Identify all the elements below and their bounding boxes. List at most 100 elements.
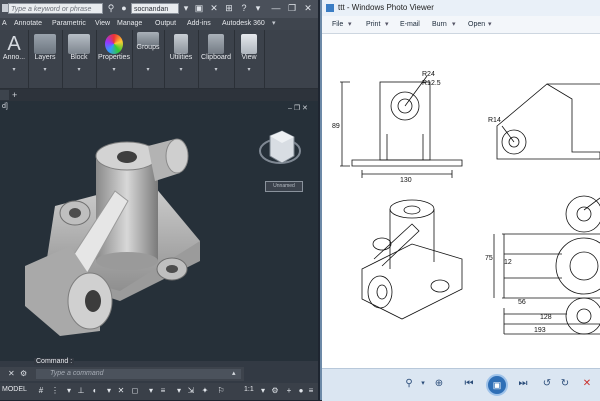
chevron-down-icon[interactable]: ▾: [0, 66, 28, 73]
osnap-icon[interactable]: ◻: [130, 386, 140, 396]
dim-r12-5: R12.5: [422, 80, 441, 87]
user-icon[interactable]: ●: [118, 3, 130, 14]
ribbon-group-utilities[interactable]: Utilities ▾: [164, 30, 199, 88]
help-icon[interactable]: ?: [238, 3, 250, 14]
chevron-up-icon[interactable]: ▴: [232, 369, 236, 377]
menu-item-manage[interactable]: Manage: [117, 18, 142, 30]
window-title: ttt - Windows Photo Viewer: [338, 3, 434, 12]
image-display-area[interactable]: R24 R12.5 89 130 R14 75 12 56 128 193: [322, 34, 600, 368]
customize-icon[interactable]: ≡: [306, 386, 316, 396]
chevron-down-icon[interactable]: ▾: [146, 386, 156, 396]
photo-viewer-title-bar: ttt - Windows Photo Viewer: [322, 0, 600, 16]
model-tab[interactable]: MODEL: [2, 386, 27, 393]
next-icon[interactable]: ⏭: [516, 378, 530, 390]
annotation-scale[interactable]: 1:1: [244, 386, 254, 393]
chevron-down-icon[interactable]: ▾: [252, 3, 264, 14]
ribbon-group-layers[interactable]: Layers ▾: [28, 30, 63, 88]
chevron-down-icon[interactable]: ▾: [180, 3, 192, 14]
file-menu[interactable]: File: [332, 16, 343, 33]
gizmo-icon[interactable]: ✦: [200, 386, 210, 396]
close-icon[interactable]: ✕: [302, 3, 314, 14]
chevron-down-icon[interactable]: ▾: [488, 16, 492, 33]
burn-menu[interactable]: Burn: [432, 16, 447, 33]
user-account-field[interactable]: socnandan: [131, 3, 179, 14]
drawing-viewport[interactable]: d] – ❐ ✕ Unnamed: [0, 101, 318, 361]
3d-model-render: [25, 130, 301, 336]
isolate-icon[interactable]: ●: [296, 386, 306, 396]
chevron-down-icon[interactable]: ▾: [385, 16, 389, 33]
ribbon-group-clipboard[interactable]: Clipboard ▾: [198, 30, 235, 88]
wrench-icon[interactable]: ⚙: [20, 369, 27, 378]
rotate-right-icon[interactable]: ↻: [558, 378, 572, 390]
chevron-down-icon[interactable]: ▾: [96, 66, 132, 73]
network-icon[interactable]: ⊞: [223, 3, 235, 14]
ribbon-group-block[interactable]: Block ▾: [62, 30, 97, 88]
menu-item[interactable]: A: [2, 18, 7, 30]
menu-item-output[interactable]: Output: [155, 18, 176, 30]
dim-130: 130: [400, 177, 412, 184]
settings-gear-icon[interactable]: ⚙: [270, 386, 280, 396]
add-icon[interactable]: +: [284, 386, 294, 396]
chevron-down-icon[interactable]: ▾: [62, 66, 96, 73]
search-icon[interactable]: ⚲: [105, 3, 117, 14]
chevron-down-icon[interactable]: ▾: [132, 66, 164, 73]
chevron-down-icon[interactable]: ▾: [164, 66, 198, 73]
calculator-icon: [174, 34, 188, 54]
chevron-down-icon[interactable]: ▾: [348, 16, 352, 33]
view-icon: [241, 34, 257, 54]
viewcube-ucs-label[interactable]: Unnamed: [265, 181, 303, 192]
search-input[interactable]: Type a keyword or phrase: [8, 3, 103, 14]
ribbon-group-view[interactable]: View ▾: [234, 30, 265, 88]
rotate-left-icon[interactable]: ↺: [540, 378, 554, 390]
selection-icon[interactable]: ⇲: [186, 386, 196, 396]
chevron-down-icon[interactable]: ▾: [258, 386, 268, 396]
viewport-label[interactable]: d]: [2, 103, 8, 110]
ribbon: A Anno... ▾ Layers ▾ Block ▾ Properties …: [0, 30, 318, 89]
slideshow-button[interactable]: ▣: [486, 374, 508, 396]
snap-icon[interactable]: ⋮: [50, 386, 60, 396]
layers-icon: [34, 34, 56, 54]
annotation-scale-icon[interactable]: ⚐: [216, 386, 226, 396]
menu-item-add-ins[interactable]: Add-ins: [187, 18, 211, 30]
lineweight-icon[interactable]: ≡: [158, 386, 168, 396]
menu-item-annotate[interactable]: Annotate: [14, 18, 42, 30]
new-tab-icon[interactable]: +: [12, 89, 17, 101]
ribbon-group-properties[interactable]: Properties ▾: [96, 30, 133, 88]
cart-icon[interactable]: ▣: [193, 3, 205, 14]
minimize-icon[interactable]: —: [270, 3, 282, 14]
clipboard-icon: [208, 34, 224, 54]
zoom-icon[interactable]: ⚲: [402, 378, 416, 390]
photo-viewer-toolbar: File ▾ Print ▾ E-mail Burn ▾ Open ▾: [322, 16, 600, 34]
chevron-down-icon[interactable]: ▾: [64, 386, 74, 396]
chevron-down-icon[interactable]: ▾: [452, 16, 456, 33]
print-menu[interactable]: Print: [366, 16, 380, 33]
command-input[interactable]: Type a command: [36, 369, 241, 379]
ribbon-group-groups[interactable]: Groups ▾: [132, 30, 165, 88]
viewport-window-controls[interactable]: – ❐ ✕: [288, 104, 308, 112]
delete-icon[interactable]: ✕: [580, 378, 594, 390]
actual-size-icon[interactable]: ⊕: [432, 378, 446, 390]
ortho-icon[interactable]: ⊥: [76, 386, 86, 396]
previous-icon[interactable]: ⏮: [462, 378, 476, 390]
chevron-down-icon[interactable]: ▾: [174, 386, 184, 396]
menu-item-view[interactable]: View: [95, 18, 110, 30]
chevron-down-icon[interactable]: ▾: [234, 66, 264, 73]
menu-item-parametric[interactable]: Parametric: [52, 18, 86, 30]
file-tab[interactable]: [0, 90, 9, 100]
exchange-icon[interactable]: ✕: [208, 3, 220, 14]
ribbon-group-annotation[interactable]: A Anno... ▾: [0, 30, 29, 88]
close-icon[interactable]: ✕: [8, 369, 15, 378]
menu-item-autodesk-360[interactable]: Autodesk 360: [222, 18, 265, 30]
email-button[interactable]: E-mail: [400, 16, 420, 33]
chevron-down-icon[interactable]: ▾: [198, 66, 234, 73]
menu-overflow-icon[interactable]: ▾: [272, 18, 276, 30]
chevron-down-icon[interactable]: ▾: [28, 66, 62, 73]
chevron-down-icon[interactable]: ▾: [416, 378, 430, 390]
chevron-down-icon[interactable]: ▾: [104, 386, 114, 396]
isodraft-icon[interactable]: ✕: [116, 386, 126, 396]
grid-icon[interactable]: #: [36, 386, 46, 396]
polar-icon[interactable]: ◐: [90, 386, 100, 396]
dim-56: 56: [518, 299, 526, 306]
open-menu[interactable]: Open: [468, 16, 485, 33]
restore-icon[interactable]: ❐: [286, 3, 298, 14]
